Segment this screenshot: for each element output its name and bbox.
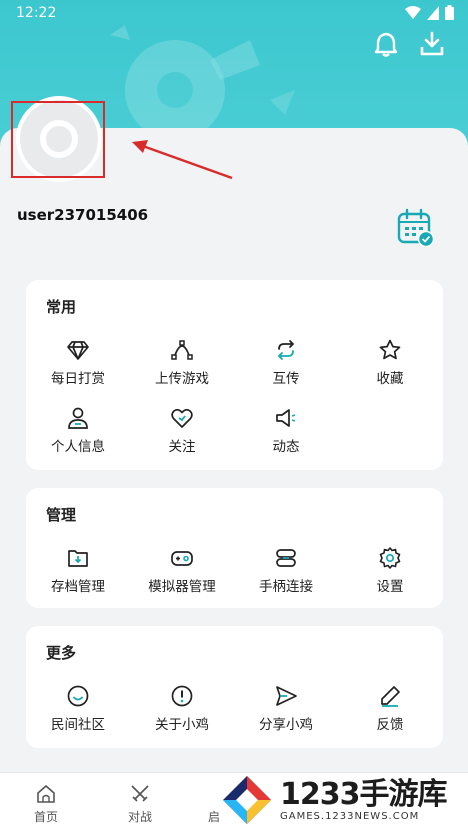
home-icon [37, 785, 55, 803]
tab-label: 对战 [127, 810, 152, 824]
annotation-arrow [132, 140, 233, 180]
menu-item-label: 分享小鸡 [259, 717, 313, 733]
menu-item-activity[interactable]: 动态 [234, 406, 338, 455]
signal-icon [427, 5, 439, 20]
menu-item-label: 动态 [272, 439, 300, 455]
username: user237015406 [17, 206, 149, 224]
menu-item-label: 关于小鸡 [155, 717, 209, 733]
annotation-highlight-box [11, 101, 105, 178]
pencil-icon [381, 686, 400, 707]
section-manage: 管理 存档管理 模拟器管理 手柄连接 设置 [26, 488, 443, 608]
menu-item-emulator-manager[interactable]: 模拟器管理 [130, 546, 234, 595]
menu-item-follow[interactable]: 关注 [130, 406, 234, 455]
watermark-logo [223, 776, 271, 824]
watermark-title: 1233手游库 [280, 776, 447, 812]
swords-icon [131, 785, 149, 802]
menu-item-community[interactable]: 民间社区 [26, 684, 130, 733]
bell-icon[interactable] [372, 30, 400, 58]
menu-item-daily-reward[interactable]: 每日打赏 [26, 338, 130, 387]
section-title: 管理 [46, 506, 77, 524]
menu-item-personal-info[interactable]: 个人信息 [26, 406, 130, 455]
star-icon [379, 339, 401, 360]
menu-item-label: 个人信息 [51, 439, 105, 455]
section-more: 更多 民间社区 关于小鸡 分享小鸡 反馈 [26, 626, 443, 748]
user-icon [68, 407, 88, 429]
megaphone-icon [276, 409, 296, 427]
diamond-icon [67, 341, 89, 360]
watermark: 1233手游库 GAMES.1233NEWS.COM [220, 768, 468, 832]
status-bar: 12:22 [0, 0, 468, 28]
menu-item-label: 模拟器管理 [148, 579, 216, 595]
download-icon[interactable] [418, 30, 446, 58]
tab-battle[interactable]: 对战 [110, 783, 170, 825]
menu-item-settings[interactable]: 设置 [338, 546, 442, 595]
calendar-check-icon[interactable] [397, 208, 435, 248]
send-icon [276, 686, 297, 706]
menu-item-label: 互传 [272, 371, 300, 387]
menu-item-label: 存档管理 [51, 579, 105, 595]
upload-curve-icon [171, 340, 193, 360]
menu-item-favorites[interactable]: 收藏 [338, 338, 442, 387]
menu-item-label: 每日打赏 [51, 371, 105, 387]
transfer-icon [278, 340, 294, 360]
link-icon [276, 549, 296, 567]
info-icon [171, 685, 193, 707]
section-title: 更多 [46, 644, 77, 662]
menu-item-about[interactable]: 关于小鸡 [130, 684, 234, 733]
smile-icon [67, 685, 89, 707]
menu-item-share[interactable]: 分享小鸡 [234, 684, 338, 733]
menu-item-label: 反馈 [376, 717, 404, 733]
menu-item-label: 民间社区 [51, 717, 105, 733]
menu-item-label: 收藏 [376, 371, 404, 387]
section-common: 常用 每日打赏 上传游戏 互传 收藏 个人信息 关注 动态 [26, 280, 443, 470]
wifi-icon [405, 5, 421, 19]
tab-label: 首页 [33, 810, 58, 824]
folder-icon [68, 550, 88, 567]
heart-icon [171, 408, 193, 428]
menu-item-transfer[interactable]: 互传 [234, 338, 338, 387]
menu-item-label: 关注 [168, 439, 196, 455]
menu-item-controller-connect[interactable]: 手柄连接 [234, 546, 338, 595]
menu-item-label: 上传游戏 [155, 371, 209, 387]
status-time: 12:22 [16, 5, 57, 21]
gamepad-icon [171, 551, 193, 566]
gear-icon [379, 547, 401, 569]
battery-icon [445, 5, 454, 20]
menu-item-save-manager[interactable]: 存档管理 [26, 546, 130, 595]
tab-home[interactable]: 首页 [16, 783, 76, 825]
menu-item-label: 设置 [376, 579, 404, 595]
section-title: 常用 [46, 298, 77, 316]
menu-item-upload-game[interactable]: 上传游戏 [130, 338, 234, 387]
menu-item-label: 手柄连接 [259, 579, 313, 595]
menu-item-feedback[interactable]: 反馈 [338, 684, 442, 733]
watermark-url: GAMES.1233NEWS.COM [280, 810, 420, 822]
